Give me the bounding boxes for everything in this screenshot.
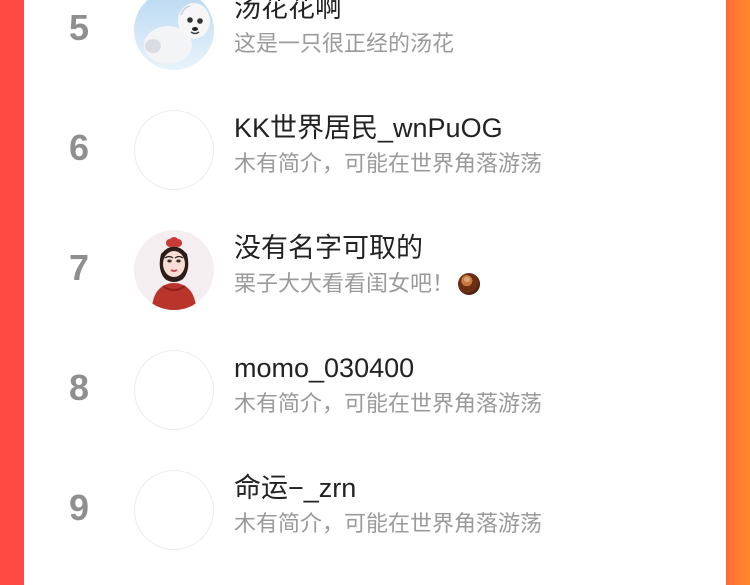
bio-text: 木有简介，可能在世界角落游荡 [234,151,543,176]
user-bio: 木有简介，可能在世界角落游荡 [234,510,704,538]
bio-text: 木有简介，可能在世界角落游荡 [234,511,543,536]
rank-number: 6 [68,127,90,168]
list-item[interactable]: 9 命运−_zrn 木有简介，可能在世界角落游荡 [24,470,726,580]
rank-number: 5 [68,7,90,48]
user-bio: 木有简介，可能在世界角落游荡 [234,150,704,178]
list-item[interactable]: 6 KK世界居民_wnPuOG 木有简介，可能在世界角落游荡 [24,110,726,220]
list-item[interactable]: 7 没有名字可取的 栗子大大看看闺女吧！ [24,230,726,340]
rank-number: 8 [68,367,90,408]
woman-portrait-avatar[interactable] [134,230,214,310]
chestnut-icon [458,273,481,295]
user-name[interactable]: KK世界居民_wnPuOG [234,112,704,144]
list-item[interactable]: 5 汤花花啊 这是一只很正经的汤花 [24,0,726,100]
blank-avatar[interactable] [134,350,214,430]
bio-text: 这是一只很正经的汤花 [234,31,455,56]
user-name[interactable]: momo_030400 [234,352,704,384]
user-name[interactable]: 没有名字可取的 [234,232,704,264]
user-name[interactable]: 命运−_zrn [234,472,704,504]
bio-text: 栗子大大看看闺女吧！ [234,271,455,296]
rank-number: 9 [68,487,90,528]
user-bio: 木有简介，可能在世界角落游荡 [234,390,704,418]
seal-avatar[interactable] [134,0,214,70]
ranking-list-panel: 5 汤花花啊 这是一只很正经的汤花 6 KK世界居民_wnPuOG 木有简介，可… [24,0,726,585]
bio-text: 木有简介，可能在世界角落游荡 [234,391,543,416]
user-name[interactable]: 汤花花啊 [234,0,704,24]
blank-avatar[interactable] [134,470,214,550]
list-item[interactable]: 8 momo_030400 木有简介，可能在世界角落游荡 [24,350,726,460]
user-bio: 这是一只很正经的汤花 [234,30,704,58]
rank-number: 7 [68,247,90,288]
user-bio: 栗子大大看看闺女吧！ [234,270,704,298]
blank-avatar[interactable] [134,110,214,190]
